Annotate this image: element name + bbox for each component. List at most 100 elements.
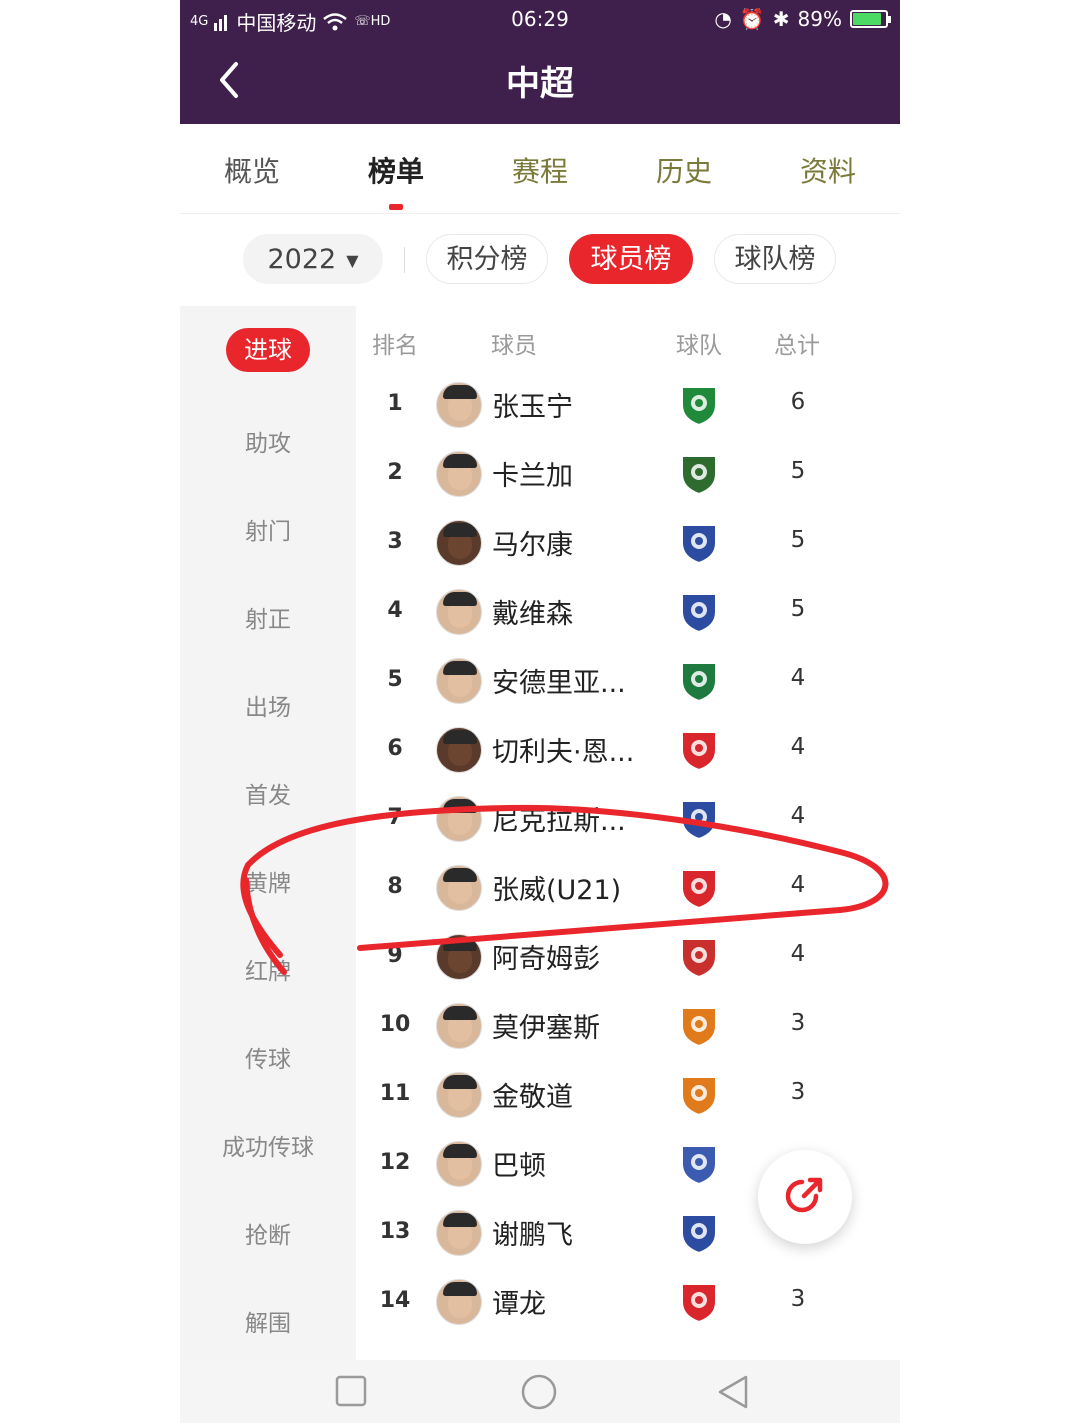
table-row[interactable]: 1 张玉宁 6 — [356, 371, 900, 440]
player-name: 巴顿 — [492, 1151, 546, 1182]
header-team: 球队 — [676, 333, 722, 359]
row-rank: 2 — [387, 460, 403, 485]
back-nav-button[interactable] — [716, 1374, 750, 1410]
tab-bar: 概览 榜单 赛程 历史 资料 — [180, 124, 900, 214]
sidebar-item[interactable]: 抢断 — [180, 1216, 356, 1250]
row-total: 4 — [790, 872, 806, 898]
player-name: 卡兰加 — [492, 461, 573, 492]
points-table-chip[interactable]: 积分榜 — [426, 234, 548, 284]
team-crest-icon — [681, 938, 717, 979]
team-crest-icon — [681, 524, 717, 565]
team-table-chip[interactable]: 球队榜 — [714, 234, 836, 284]
row-rank: 12 — [379, 1150, 411, 1175]
team-crest-icon — [681, 662, 717, 703]
player-name: 马尔康 — [492, 530, 573, 561]
player-avatar — [436, 1210, 482, 1256]
sidebar-item[interactable]: 黄牌 — [180, 864, 356, 898]
table-row[interactable]: 10 莫伊塞斯 3 — [356, 992, 900, 1061]
sidebar-item-label: 解围 — [245, 1311, 291, 1337]
player-avatar — [436, 1003, 482, 1049]
row-rank: 13 — [379, 1219, 411, 1244]
row-rank: 4 — [387, 598, 403, 623]
player-name: 张玉宁 — [492, 392, 573, 423]
sidebar-item[interactable]: 首发 — [180, 776, 356, 810]
player-avatar — [436, 1141, 482, 1187]
share-button[interactable] — [758, 1150, 852, 1244]
row-rank: 1 — [387, 391, 403, 416]
sidebar-item[interactable]: 解围 — [180, 1304, 356, 1338]
sidebar-item-label: 传球 — [245, 1047, 291, 1073]
row-total: 5 — [790, 527, 806, 553]
tab-history[interactable]: 历史 — [612, 124, 756, 213]
table-row[interactable]: 6 切利夫·恩... 4 — [356, 716, 900, 785]
team-crest-icon — [681, 1283, 717, 1324]
table-row[interactable]: 7 尼克拉斯... 4 — [356, 785, 900, 854]
row-rank: 3 — [387, 529, 403, 554]
sidebar-item-label: 抢断 — [245, 1223, 291, 1249]
player-name: 谭龙 — [492, 1289, 546, 1320]
team-crest-icon — [681, 869, 717, 910]
tab-rankings[interactable]: 榜单 — [324, 124, 468, 213]
tab-overview[interactable]: 概览 — [180, 124, 324, 213]
team-crest-icon — [681, 731, 717, 772]
player-name: 切利夫·恩... — [492, 737, 635, 768]
rotation-lock-icon: ◔ — [714, 7, 732, 31]
sidebar-item-label: 进球 — [226, 328, 310, 372]
player-avatar — [436, 865, 482, 911]
team-crest-icon — [681, 386, 717, 427]
sidebar-item[interactable]: 进球 — [180, 328, 356, 372]
sidebar-item-label: 射正 — [245, 607, 291, 633]
player-name: 莫伊塞斯 — [492, 1013, 600, 1044]
row-rank: 5 — [387, 667, 403, 692]
sidebar-item-label: 射门 — [245, 519, 291, 545]
table-row[interactable]: 9 阿奇姆彭 4 — [356, 923, 900, 992]
sidebar-item-label: 红牌 — [245, 959, 291, 985]
player-avatar — [436, 796, 482, 842]
alarm-icon: ⏰ — [739, 7, 765, 31]
header-player: 球员 — [491, 333, 537, 359]
tab-schedule[interactable]: 赛程 — [468, 124, 612, 213]
table-row[interactable]: 5 安德里亚... 4 — [356, 647, 900, 716]
sidebar-item[interactable]: 出场 — [180, 688, 356, 722]
sidebar-item[interactable]: 助攻 — [180, 424, 356, 458]
player-avatar — [436, 451, 482, 497]
share-icon — [785, 1177, 823, 1213]
bluetooth-icon: ✱ — [772, 7, 790, 31]
sidebar-item-label: 助攻 — [245, 431, 291, 457]
table-row[interactable]: 4 戴维森 5 — [356, 578, 900, 647]
table-row[interactable]: 11 金敬道 3 — [356, 1061, 900, 1130]
table-row[interactable]: 14 谭龙 3 — [356, 1268, 900, 1337]
player-name: 张威(U21) — [492, 875, 622, 906]
row-total: 4 — [790, 803, 806, 829]
table-row[interactable]: 3 马尔康 5 — [356, 509, 900, 578]
sidebar-item[interactable]: 射门 — [180, 512, 356, 546]
sidebar-item[interactable]: 传球 — [180, 1040, 356, 1074]
player-avatar — [436, 727, 482, 773]
season-select[interactable]: 2022 ▼ — [243, 234, 383, 284]
row-total: 3 — [790, 1079, 806, 1105]
player-name: 谢鹏飞 — [492, 1220, 573, 1251]
tab-info[interactable]: 资料 — [756, 124, 900, 213]
table-row[interactable]: 2 卡兰加 5 — [356, 440, 900, 509]
table-row[interactable]: 8 张威(U21) 4 — [356, 854, 900, 923]
phone-screen: 4G 中国移动 ☏HD 06:29 ◔ ⏰ ✱ 89% 中超 概览 榜单 赛程 … — [180, 0, 900, 1423]
home-button[interactable] — [520, 1374, 558, 1410]
row-total: 5 — [790, 596, 806, 622]
player-avatar — [436, 520, 482, 566]
player-name: 戴维森 — [492, 599, 573, 630]
player-avatar — [436, 658, 482, 704]
player-name: 安德里亚... — [492, 668, 626, 699]
team-crest-icon — [681, 1076, 717, 1117]
recent-apps-button[interactable] — [334, 1374, 368, 1408]
header-total: 总计 — [774, 333, 820, 359]
row-rank: 10 — [379, 1012, 411, 1037]
row-rank: 7 — [387, 805, 403, 830]
sidebar-item[interactable]: 射正 — [180, 600, 356, 634]
sidebar-item[interactable]: 成功传球 — [180, 1128, 356, 1162]
player-avatar — [436, 1279, 482, 1325]
player-table-chip[interactable]: 球员榜 — [569, 234, 693, 284]
sidebar-item-label: 出场 — [245, 695, 291, 721]
app-header: 4G 中国移动 ☏HD 06:29 ◔ ⏰ ✱ 89% 中超 — [180, 0, 900, 124]
row-total: 5 — [790, 458, 806, 484]
sidebar-item[interactable]: 红牌 — [180, 952, 356, 986]
